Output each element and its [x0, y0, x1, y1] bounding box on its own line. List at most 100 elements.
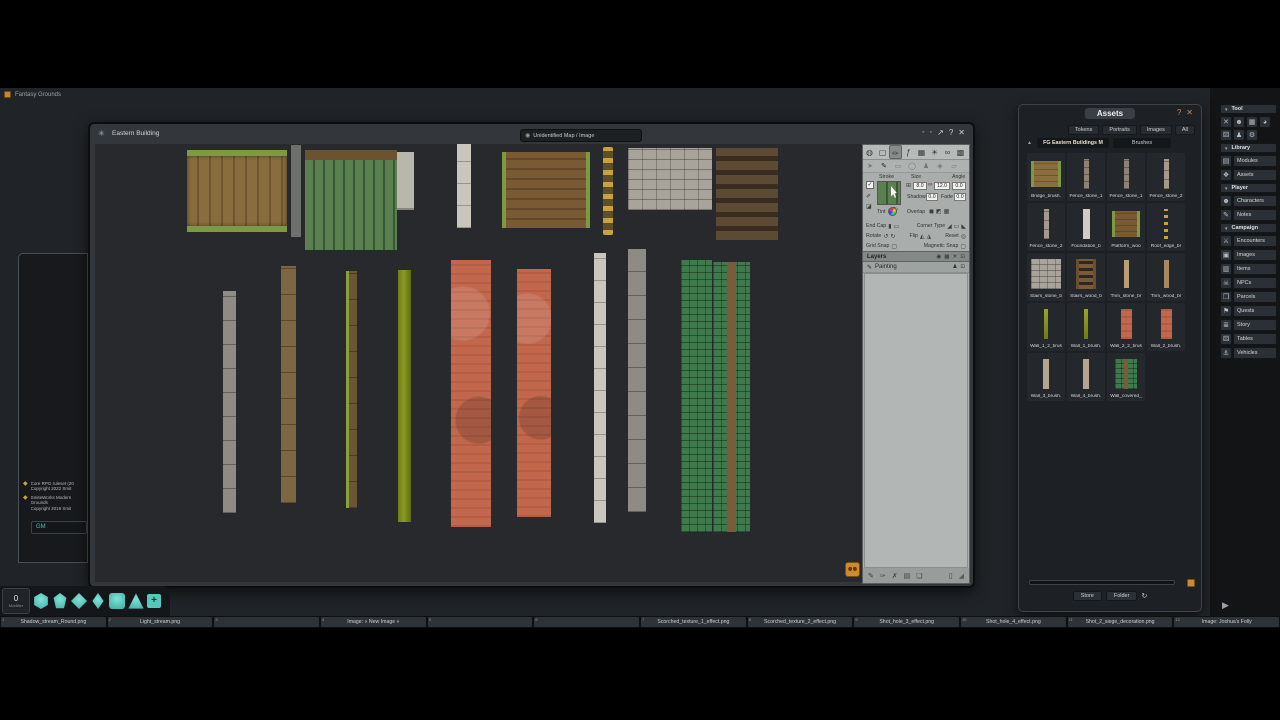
tab-tokens[interactable]: Tokens	[1068, 125, 1099, 135]
select-tool[interactable]: ▦	[915, 145, 928, 159]
asset-item[interactable]: Stairs_stone_b	[1027, 253, 1065, 301]
sidebar-section-library[interactable]: ▼ Library	[1220, 143, 1277, 153]
asset-item[interactable]: Platform_woo	[1107, 203, 1145, 251]
fade-field[interactable]: 0.0	[954, 193, 966, 201]
light-icon[interactable]: ☀	[952, 254, 957, 260]
rotate-ccw-icon[interactable]: ↺	[883, 233, 888, 240]
chat-window[interactable]: ◆ Core RPG ruleset (20 Copyright 2022 Sm…	[18, 253, 88, 563]
draw-edit-icon[interactable]: ✎	[868, 572, 874, 580]
tab-all[interactable]: All	[1175, 125, 1195, 135]
trash-icon[interactable]: ▯	[949, 572, 953, 580]
stroke-enabled-checkbox[interactable]: ✓	[866, 181, 874, 189]
grid-icon[interactable]: ▦	[944, 254, 949, 260]
rotate-cw-icon[interactable]: ↻	[890, 233, 895, 240]
shadow-field[interactable]: 0.0	[926, 193, 938, 201]
texture-strip[interactable]	[291, 145, 301, 237]
angle-field[interactable]: 0.0	[952, 182, 966, 190]
asset-item[interactable]: Foundation_b	[1067, 203, 1105, 251]
pencil-tool[interactable]: ✎	[877, 160, 891, 172]
overlap-pattern-icon[interactable]: ▦	[944, 208, 950, 215]
map-titlebar[interactable]: ✳ Eastern Building ◉ Unidentified Map / …	[90, 124, 973, 144]
tool-calendar-icon[interactable]: ▦	[1246, 116, 1258, 128]
shape-layer-tool[interactable]: ▢	[876, 145, 889, 159]
asset-item[interactable]: Fence_stone_2	[1147, 153, 1185, 201]
size-height-field[interactable]: 12.0	[934, 182, 950, 190]
d12-die[interactable]	[52, 593, 68, 609]
sidebar-item-modules[interactable]: ▤ Modules	[1220, 155, 1277, 167]
add-die-button[interactable]: +	[147, 594, 161, 608]
pointer-tool[interactable]: ➤	[863, 160, 877, 172]
folder-button[interactable]: Folder	[1106, 591, 1138, 601]
popout-icon[interactable]: ↗	[937, 127, 944, 139]
pointer-remove-icon[interactable]: ✗	[892, 572, 898, 580]
corner-round-icon[interactable]: ◣	[961, 223, 966, 230]
d8-die[interactable]	[90, 593, 106, 609]
collapse-icon[interactable]: ▲	[1027, 140, 1032, 146]
sidebar-item-notes[interactable]: ✎ Notes	[1220, 209, 1277, 221]
rectangle-tool[interactable]: ▭	[891, 160, 905, 172]
taskbar-slot[interactable]: 6	[534, 617, 639, 627]
refresh-assets-icon[interactable]: ↻	[1141, 592, 1147, 600]
identity-field[interactable]: GM	[31, 521, 87, 534]
asset-item[interactable]: Stairs_wood_b	[1067, 253, 1105, 301]
brushes-filter-button[interactable]: Brushes	[1113, 138, 1171, 148]
sidebar-section-campaign[interactable]: ▼ Campaign	[1220, 223, 1277, 233]
texture-strip[interactable]	[457, 144, 471, 228]
sidebar-item-story[interactable]: ≣ Story	[1220, 319, 1277, 331]
texture-strip[interactable]	[628, 249, 646, 512]
texture-strip[interactable]	[398, 270, 411, 522]
map-tab[interactable]: ◉ Unidentified Map / Image	[520, 129, 642, 142]
overlap-blend-icon[interactable]: ◩	[936, 208, 942, 215]
end-cap-round-icon[interactable]: ▮	[888, 223, 891, 230]
texture-strip[interactable]	[681, 260, 712, 532]
sidebar-item-encounters[interactable]: ⚔ Encounters	[1220, 235, 1277, 247]
sidebar-item-items[interactable]: ▥ Items	[1220, 263, 1277, 275]
texture-strip[interactable]	[603, 147, 613, 235]
modifier-box[interactable]: 0 Modifier	[2, 588, 30, 614]
tool-close-all-icon[interactable]: ✕	[1220, 116, 1232, 128]
asset-item[interactable]: Wall_1_2_brus	[1027, 303, 1065, 351]
grid-tool[interactable]: ▩	[954, 145, 967, 159]
asset-item[interactable]: Trim_wood_br	[1147, 253, 1185, 301]
sidebar-item-npcs[interactable]: ☠ NPCs	[1220, 277, 1277, 289]
stamp-tool[interactable]: ◈	[933, 160, 947, 172]
texture-strip[interactable]	[305, 150, 397, 250]
tool-dice-icon[interactable]: ⚄	[1220, 129, 1232, 141]
texture-strip[interactable]	[187, 150, 287, 232]
corner-miter-icon[interactable]: ◢	[947, 223, 952, 230]
tab-images[interactable]: Images	[1140, 125, 1172, 135]
taskbar-slot[interactable]: 5	[428, 617, 533, 627]
texture-strip[interactable]	[281, 266, 296, 503]
taskbar-slot[interactable]: 2 Light_stream.png	[108, 617, 213, 627]
folder-icon[interactable]: ▤	[904, 572, 911, 580]
flip-horizontal-icon[interactable]: ◭	[920, 233, 925, 240]
asset-item[interactable]: Trim_stone_br	[1107, 253, 1145, 301]
sidebar-section-player[interactable]: ▼ Player	[1220, 183, 1277, 193]
tab-portraits[interactable]: Portraits	[1102, 125, 1136, 135]
taskbar-slot[interactable]: 4 Image: « New Image »	[321, 617, 426, 627]
sidebar-item-vehicles[interactable]: ⚓ Vehicles	[1220, 347, 1277, 359]
paint-brush-tool[interactable]: ✏	[889, 145, 902, 159]
texture-strip[interactable]	[397, 152, 414, 210]
asset-item[interactable]: Fence_stone_1	[1067, 153, 1105, 201]
visibility-icon[interactable]: ◉	[936, 254, 941, 260]
tint-color-wheel[interactable]	[888, 207, 897, 216]
sidebar-section-tool[interactable]: ▼ Tool	[1220, 104, 1277, 114]
resize-grip-icon[interactable]: ◢	[959, 572, 964, 580]
layer-lock-icon[interactable]: ⊡	[960, 264, 965, 270]
ellipse-tool[interactable]: ◯	[905, 160, 919, 172]
d10-die[interactable]	[71, 593, 87, 609]
magnetic-snap-toggle[interactable]: ▢	[960, 243, 966, 250]
store-button[interactable]: Store	[1073, 591, 1102, 601]
token-tool[interactable]: ♟	[919, 160, 933, 172]
asset-size-slider[interactable]	[1029, 580, 1175, 585]
close-icon[interactable]: ✕	[958, 127, 965, 139]
taskbar-slot[interactable]: 11 Shot_2_siege_decoration.png	[1068, 617, 1173, 627]
help-icon[interactable]: ?	[1177, 108, 1181, 117]
taskbar-slot[interactable]: 12 Image: Joshua's Folly	[1174, 617, 1279, 627]
tool-identity-icon[interactable]: ♟	[1233, 129, 1245, 141]
asset-item[interactable]: Roof_edge_br	[1147, 203, 1185, 251]
taskbar-slot[interactable]: 10 Shot_hole_4_effect.png	[961, 617, 1066, 627]
corner-flat-icon[interactable]: ▭	[954, 223, 960, 230]
asset-item[interactable]: Fence_stone_1	[1107, 153, 1145, 201]
